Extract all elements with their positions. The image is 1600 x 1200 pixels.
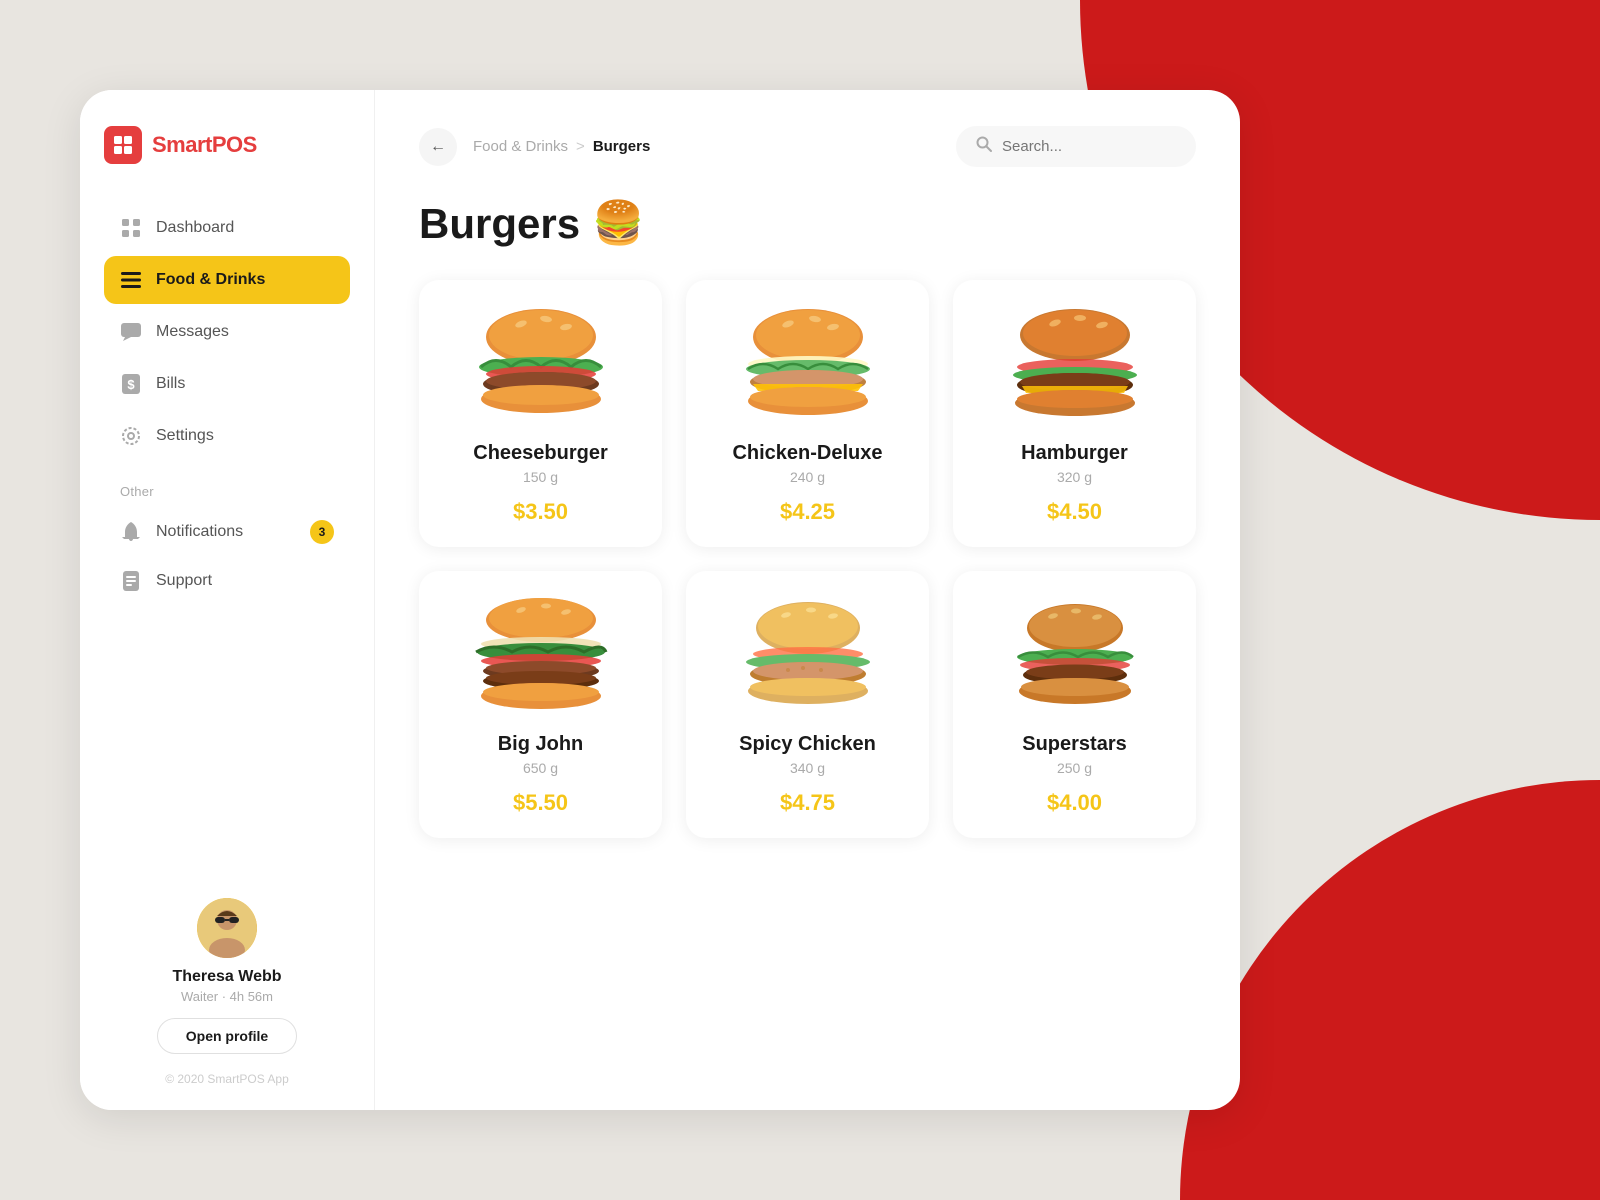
sidebar-item-settings[interactable]: Settings bbox=[104, 412, 350, 460]
product-name-chicken-deluxe: Chicken-Deluxe bbox=[732, 442, 882, 465]
product-weight-superstars: 250 g bbox=[1057, 760, 1092, 776]
product-name-spicy-chicken: Spicy Chicken bbox=[739, 733, 876, 756]
sidebar-item-label-messages: Messages bbox=[156, 323, 229, 341]
sidebar-footer: Theresa Webb Waiter · 4h 56m Open profil… bbox=[104, 878, 350, 1086]
settings-icon bbox=[120, 425, 142, 447]
product-name-hamburger: Hamburger bbox=[1021, 442, 1128, 465]
page-title: Burgers 🍔 bbox=[419, 199, 1196, 248]
product-card-big-john[interactable]: Big John 650 g $5.50 bbox=[419, 571, 662, 838]
svg-text:$: $ bbox=[127, 377, 135, 392]
product-card-cheeseburger[interactable]: Cheeseburger 150 g $3.50 bbox=[419, 280, 662, 547]
bills-icon: $ bbox=[120, 373, 142, 395]
avatar bbox=[197, 898, 257, 958]
search-box bbox=[956, 126, 1196, 167]
product-price-hamburger: $4.50 bbox=[1047, 499, 1102, 525]
support-label: Support bbox=[156, 572, 212, 590]
product-image-chicken-deluxe bbox=[733, 304, 883, 424]
copyright-text: © 2020 SmartPOS App bbox=[165, 1072, 289, 1086]
breadcrumb-separator: > bbox=[576, 138, 585, 155]
search-icon bbox=[976, 136, 992, 157]
main-content: ← Food & Drinks > Burgers Burgers 🍔 bbox=[375, 90, 1240, 1110]
other-section-label: Other bbox=[120, 484, 334, 499]
sidebar-item-label-bills: Bills bbox=[156, 375, 185, 393]
breadcrumb-current: Burgers bbox=[593, 138, 651, 155]
product-image-spicy-chicken bbox=[733, 595, 883, 715]
breadcrumb: ← Food & Drinks > Burgers bbox=[419, 128, 650, 166]
open-profile-button[interactable]: Open profile bbox=[157, 1018, 297, 1054]
product-name-big-john: Big John bbox=[498, 733, 584, 756]
product-card-chicken-deluxe[interactable]: Chicken-Deluxe 240 g $4.25 bbox=[686, 280, 929, 547]
back-arrow-icon: ← bbox=[430, 138, 446, 156]
sidebar-item-notifications[interactable]: Notifications 3 bbox=[104, 507, 350, 557]
support-icon bbox=[120, 570, 142, 592]
notifications-badge: 3 bbox=[310, 520, 334, 544]
logo-text: SmartPOS bbox=[152, 132, 257, 158]
page-title-emoji: 🍔 bbox=[592, 199, 644, 248]
back-button[interactable]: ← bbox=[419, 128, 457, 166]
main-card: SmartPOS Dashboard bbox=[80, 90, 1240, 1110]
nav-menu: Dashboard Food & Drinks bbox=[104, 204, 350, 460]
product-image-big-john bbox=[466, 595, 616, 715]
search-input[interactable] bbox=[1002, 138, 1176, 155]
sidebar-item-food-drinks[interactable]: Food & Drinks bbox=[104, 256, 350, 304]
product-price-big-john: $5.50 bbox=[513, 790, 568, 816]
product-image-cheeseburger bbox=[466, 304, 616, 424]
sidebar-item-messages[interactable]: Messages bbox=[104, 308, 350, 356]
sidebar-item-dashboard[interactable]: Dashboard bbox=[104, 204, 350, 252]
sidebar-item-label-settings: Settings bbox=[156, 427, 214, 445]
sidebar-item-label-food: Food & Drinks bbox=[156, 271, 265, 289]
sidebar: SmartPOS Dashboard bbox=[80, 90, 375, 1110]
product-card-superstars[interactable]: Superstars 250 g $4.00 bbox=[953, 571, 1196, 838]
product-card-spicy-chicken[interactable]: Spicy Chicken 340 g $4.75 bbox=[686, 571, 929, 838]
breadcrumb-parent[interactable]: Food & Drinks bbox=[473, 138, 568, 155]
product-card-hamburger[interactable]: Hamburger 320 g $4.50 bbox=[953, 280, 1196, 547]
product-weight-hamburger: 320 g bbox=[1057, 469, 1092, 485]
product-weight-cheeseburger: 150 g bbox=[523, 469, 558, 485]
logo-area: SmartPOS bbox=[104, 126, 350, 164]
sidebar-item-bills[interactable]: $ Bills bbox=[104, 360, 350, 408]
food-drinks-icon bbox=[120, 269, 142, 291]
user-name: Theresa Webb bbox=[172, 968, 281, 986]
product-image-hamburger bbox=[1000, 304, 1150, 424]
page-title-text: Burgers bbox=[419, 200, 580, 248]
product-weight-spicy-chicken: 340 g bbox=[790, 760, 825, 776]
notifications-icon bbox=[120, 521, 142, 543]
sidebar-item-support[interactable]: Support bbox=[104, 557, 350, 605]
product-price-cheeseburger: $3.50 bbox=[513, 499, 568, 525]
messages-icon bbox=[120, 321, 142, 343]
top-bar: ← Food & Drinks > Burgers bbox=[419, 126, 1196, 167]
notifications-label: Notifications bbox=[156, 523, 243, 541]
sidebar-item-label-dashboard: Dashboard bbox=[156, 219, 234, 237]
user-role-time: Waiter · 4h 56m bbox=[181, 989, 273, 1004]
product-price-spicy-chicken: $4.75 bbox=[780, 790, 835, 816]
logo-icon bbox=[104, 126, 142, 164]
bg-decoration-bottom bbox=[1180, 780, 1600, 1200]
product-price-chicken-deluxe: $4.25 bbox=[780, 499, 835, 525]
product-weight-big-john: 650 g bbox=[523, 760, 558, 776]
product-price-superstars: $4.00 bbox=[1047, 790, 1102, 816]
product-name-superstars: Superstars bbox=[1022, 733, 1127, 756]
product-grid: Cheeseburger 150 g $3.50 bbox=[419, 280, 1196, 838]
product-name-cheeseburger: Cheeseburger bbox=[473, 442, 608, 465]
product-weight-chicken-deluxe: 240 g bbox=[790, 469, 825, 485]
dashboard-icon bbox=[120, 217, 142, 239]
product-image-superstars bbox=[1000, 595, 1150, 715]
